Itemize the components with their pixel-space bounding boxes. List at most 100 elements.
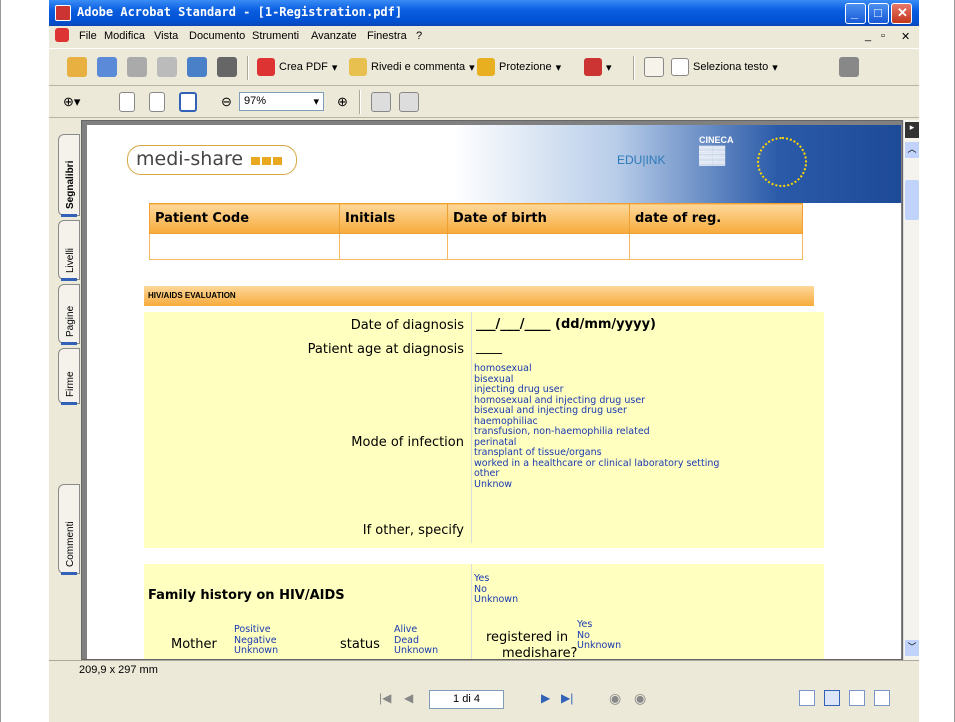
doc-minimize-icon[interactable]: _ bbox=[865, 30, 871, 42]
age-at-diagnosis-field[interactable]: ____ bbox=[476, 340, 502, 355]
age-at-diagnosis-label: Patient age at diagnosis bbox=[307, 342, 464, 357]
pdf-page: medi-share EDU|INK CINECA ▓▓▓▓ ▓▓▓▓ Patien… bbox=[87, 125, 901, 660]
pdf-doc-icon bbox=[55, 28, 69, 42]
mother-options[interactable]: Positive Negative Unknown bbox=[234, 624, 278, 657]
eu-flag-icon bbox=[757, 137, 807, 187]
fit-page-icon[interactable] bbox=[149, 92, 165, 112]
tab-segnalibri[interactable]: Segnalibri bbox=[58, 134, 80, 217]
col-date-of-reg: date of reg. bbox=[629, 203, 803, 234]
zoom-tool-icon[interactable]: ⊕▾ bbox=[63, 94, 80, 110]
option-other[interactable]: other bbox=[474, 468, 719, 480]
zoom-in-icon[interactable]: ⊕ bbox=[337, 94, 348, 110]
navigation-panel-tabs: Segnalibri Livelli Pagine Firme Commenti bbox=[49, 124, 81, 664]
rivedi-button[interactable]: Rivedi e commenta ▾ bbox=[349, 58, 475, 76]
reg-date-field[interactable] bbox=[629, 233, 803, 260]
open-icon[interactable] bbox=[67, 57, 87, 77]
maximize-button[interactable]: □ bbox=[868, 3, 889, 24]
option-transfusion[interactable]: transfusion, non-haemophilia related bbox=[474, 426, 719, 438]
fit-width-icon[interactable] bbox=[179, 92, 197, 112]
document-view[interactable]: medi-share EDU|INK CINECA ▓▓▓▓ ▓▓▓▓ Patien… bbox=[81, 120, 903, 660]
sign-button[interactable]: ▾ bbox=[584, 58, 612, 76]
other-specify-label: If other, specify bbox=[362, 523, 464, 538]
date-of-diagnosis-field[interactable]: ___/___/____ (dd/mm/yyyy) bbox=[476, 317, 656, 332]
page-number-field[interactable]: 1 di 4 bbox=[429, 690, 504, 709]
prev-page-icon[interactable]: ◀ bbox=[404, 691, 413, 705]
option-transplant[interactable]: transplant of tissue/organs bbox=[474, 447, 719, 459]
next-view-icon[interactable]: ◉ bbox=[634, 690, 646, 707]
option-bisexual-idu[interactable]: bisexual and injecting drug user bbox=[474, 405, 719, 417]
single-page-icon[interactable] bbox=[799, 690, 815, 706]
actual-size-icon[interactable] bbox=[119, 92, 135, 112]
organizer-icon[interactable] bbox=[97, 57, 117, 77]
menu-documento[interactable]: Documento bbox=[189, 30, 245, 42]
search-icon[interactable] bbox=[217, 57, 237, 77]
save-icon[interactable] bbox=[127, 57, 147, 77]
rivedi-label: Rivedi e commenta bbox=[371, 61, 466, 73]
protezione-label: Protezione bbox=[499, 61, 552, 73]
panel-toggle-icon[interactable]: ▸ bbox=[905, 122, 919, 138]
last-page-icon[interactable]: ▶| bbox=[561, 691, 573, 705]
registered-label: registered in bbox=[486, 630, 569, 645]
option-healthcare[interactable]: worked in a healthcare or clinical labor… bbox=[474, 458, 719, 470]
menu-strumenti[interactable]: Strumenti bbox=[252, 30, 299, 42]
hiv-evaluation-form: Date of diagnosis ___/___/____ (dd/mm/yy… bbox=[144, 312, 824, 660]
select-text-button[interactable]: Seleziona testo ▾ bbox=[671, 58, 778, 76]
doc-close-icon[interactable]: ✕ bbox=[901, 30, 910, 43]
scroll-thumb[interactable] bbox=[905, 180, 919, 220]
hand-tool-icon[interactable] bbox=[644, 57, 664, 77]
print-icon[interactable] bbox=[157, 57, 177, 77]
family-history-options[interactable]: Yes No Unknown bbox=[474, 573, 518, 606]
medishare-label: medishare? bbox=[502, 646, 578, 660]
zoom-out-icon[interactable]: ⊖ bbox=[221, 94, 232, 110]
option-homosexual[interactable]: homosexual bbox=[474, 363, 719, 375]
initials-field[interactable] bbox=[339, 233, 448, 260]
first-page-icon[interactable]: |◀ bbox=[379, 691, 391, 705]
facing-icon[interactable] bbox=[849, 690, 865, 706]
menu-help[interactable]: ? bbox=[416, 30, 422, 42]
previous-view-icon[interactable]: ◉ bbox=[609, 690, 621, 707]
next-page-icon[interactable]: ▶ bbox=[541, 691, 550, 705]
scroll-up-icon[interactable]: ︿ bbox=[905, 142, 919, 158]
option-injecting-drug-user[interactable]: injecting drug user bbox=[474, 384, 719, 396]
status-options[interactable]: Alive Dead Unknown bbox=[394, 624, 438, 657]
minimize-button[interactable]: _ bbox=[845, 3, 866, 24]
crea-pdf-button[interactable]: Crea PDF ▾ bbox=[257, 58, 337, 76]
doc-restore-icon[interactable]: ▫ bbox=[881, 30, 885, 42]
tab-livelli[interactable]: Livelli bbox=[58, 220, 80, 281]
mode-of-infection-options[interactable]: homosexual bisexual injecting drug user … bbox=[474, 363, 719, 491]
col-patient-code: Patient Code bbox=[149, 203, 340, 234]
email-icon[interactable] bbox=[187, 57, 207, 77]
cineca-logo: CINECA ▓▓▓▓ ▓▓▓▓ bbox=[699, 135, 734, 165]
menu-vista[interactable]: Vista bbox=[154, 30, 178, 42]
tab-commenti[interactable]: Commenti bbox=[58, 484, 80, 575]
patient-table: Patient Code Initials Date of birth date… bbox=[149, 203, 803, 260]
zoom-field[interactable]: 97% ▾ bbox=[239, 92, 324, 111]
continuous-facing-icon[interactable] bbox=[874, 690, 890, 706]
tab-firme[interactable]: Firme bbox=[58, 348, 80, 405]
menu-avanzate[interactable]: Avanzate bbox=[311, 30, 357, 42]
rotate-icon-2[interactable] bbox=[399, 92, 419, 112]
col-initials: Initials bbox=[339, 203, 448, 234]
rotate-icon[interactable] bbox=[371, 92, 391, 112]
menu-file[interactable]: File bbox=[79, 30, 97, 42]
menu-modifica[interactable]: Modifica bbox=[104, 30, 145, 42]
option-unknown[interactable]: Unknown bbox=[474, 594, 518, 606]
protezione-button[interactable]: Protezione ▾ bbox=[477, 58, 561, 76]
window-title: Adobe Acrobat Standard - [1-Registration… bbox=[77, 5, 403, 19]
registered-options[interactable]: Yes No Unknown bbox=[577, 619, 621, 652]
scroll-down-icon[interactable]: ﹀ bbox=[905, 640, 919, 656]
close-button[interactable]: ✕ bbox=[891, 3, 912, 24]
continuous-icon[interactable] bbox=[824, 690, 840, 706]
option-yes[interactable]: Yes bbox=[474, 573, 518, 585]
section-header: HIV/AIDS EVALUATION bbox=[144, 286, 814, 306]
dob-field[interactable] bbox=[447, 233, 630, 260]
snapshot-icon[interactable] bbox=[839, 57, 859, 77]
option-unknow[interactable]: Unknow bbox=[474, 479, 719, 491]
menu-finestra[interactable]: Finestra bbox=[367, 30, 407, 42]
patient-code-field[interactable] bbox=[149, 233, 340, 260]
tab-pagine[interactable]: Pagine bbox=[58, 284, 80, 345]
title-bar[interactable]: Adobe Acrobat Standard - [1-Registration… bbox=[49, 0, 919, 26]
seleziona-label: Seleziona testo bbox=[693, 61, 769, 73]
crea-pdf-label: Crea PDF bbox=[279, 61, 328, 73]
vertical-scrollbar[interactable]: ▸ ︿ ﹀ bbox=[903, 120, 919, 660]
